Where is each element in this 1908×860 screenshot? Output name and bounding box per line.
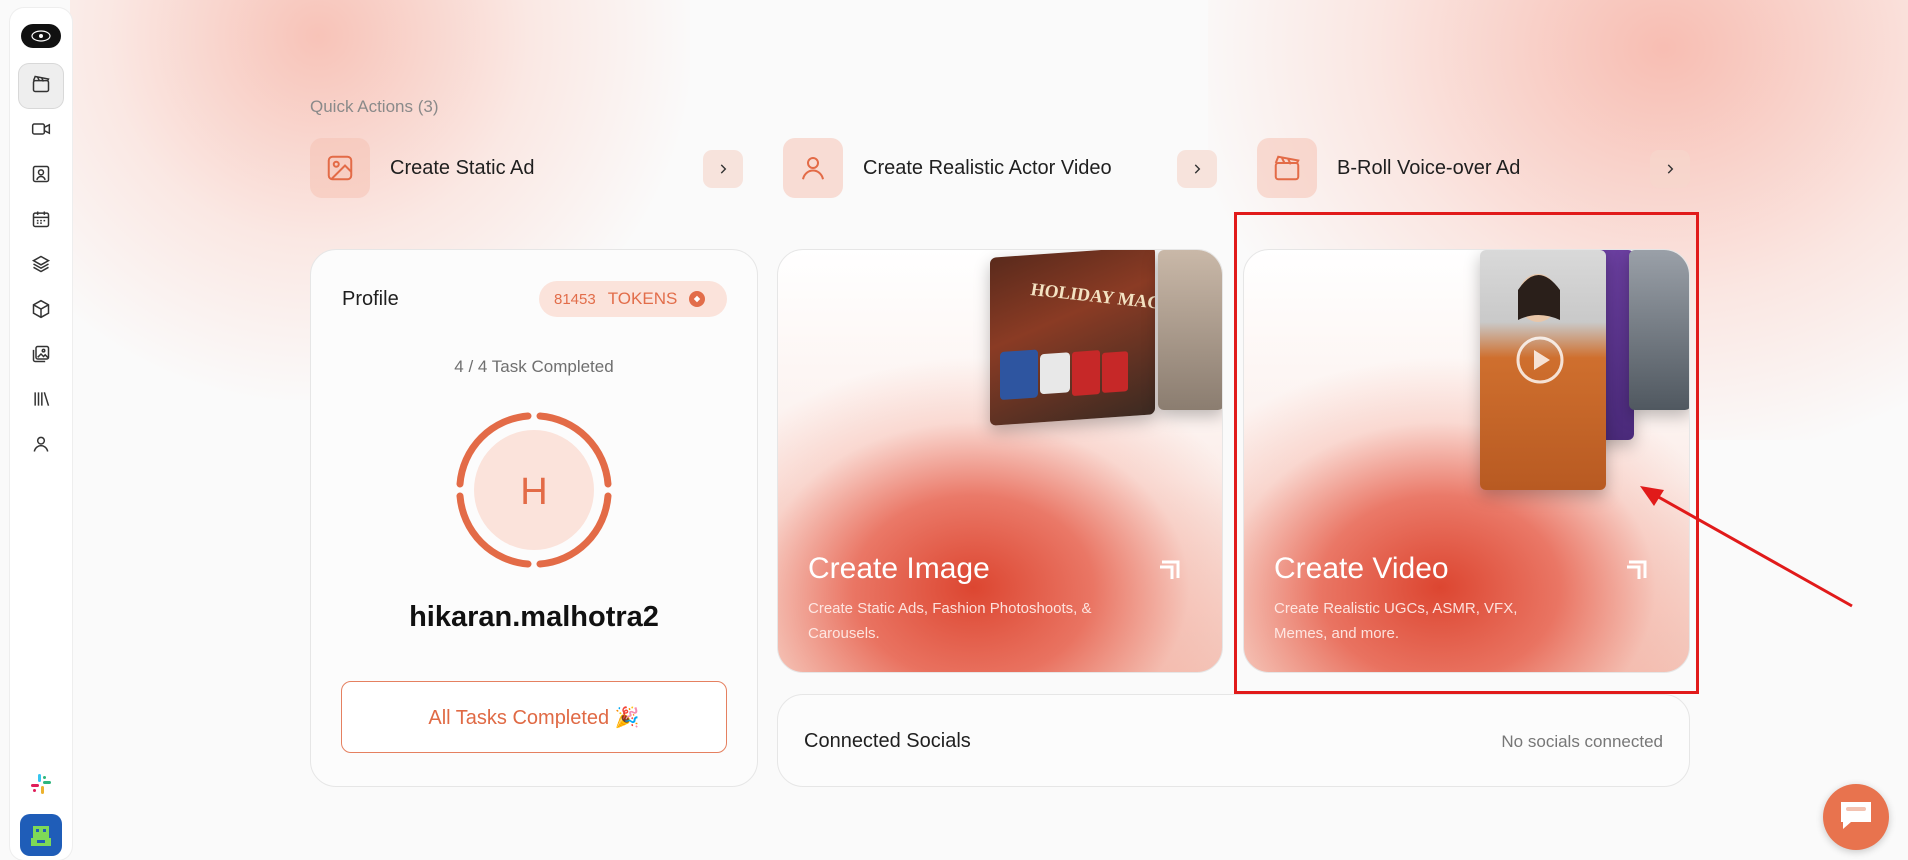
image-preview-secondary — [1158, 250, 1222, 410]
profile-title: Profile — [342, 288, 399, 310]
add-tokens-icon[interactable] — [689, 291, 706, 307]
sidebar-item-projects[interactable] — [19, 64, 63, 108]
socials-status: No socials connected — [1501, 732, 1663, 751]
create-video-title: Create Video — [1274, 552, 1449, 585]
sidebar — [10, 8, 72, 860]
sidebar-bottom — [20, 772, 62, 860]
box-icon — [31, 299, 51, 324]
sidebar-item-calendar[interactable] — [19, 199, 63, 243]
sidebar-item-gallery[interactable] — [19, 334, 63, 378]
quick-action-broll-voiceover[interactable]: B-Roll Voice-over Ad — [1257, 138, 1690, 198]
chat-support-button[interactable] — [1823, 784, 1889, 850]
video-preview-secondary — [1629, 250, 1689, 410]
portrait-icon — [31, 164, 51, 189]
create-image-title: Create Image — [808, 552, 990, 585]
calendar-icon — [31, 209, 51, 234]
avatar-initial: H — [520, 471, 547, 513]
task-progress-ring: H — [456, 412, 612, 568]
profile-card: Profile 81453 TOKENS 4 / 4 Task Complete… — [310, 249, 758, 787]
connected-socials-card[interactable]: Connected Socials No socials connected — [777, 694, 1690, 787]
quick-action-label: Create Static Ad — [390, 156, 535, 179]
sidebar-item-products[interactable] — [19, 289, 63, 333]
token-balance-badge[interactable]: 81453 TOKENS — [539, 281, 727, 317]
person-icon — [783, 138, 843, 198]
gallery-icon — [31, 344, 51, 369]
quick-action-static-ad[interactable]: Create Static Ad — [310, 138, 743, 198]
video-preview-actor — [1480, 250, 1606, 490]
user-icon — [31, 434, 51, 459]
image-icon — [310, 138, 370, 198]
task-progress-text: 4 / 4 Task Completed — [454, 357, 614, 376]
sidebar-item-account[interactable] — [19, 424, 63, 468]
layers-icon — [31, 254, 51, 279]
sidebar-item-library[interactable] — [19, 379, 63, 423]
quick-action-actor-video[interactable]: Create Realistic Actor Video — [783, 138, 1217, 198]
clapperboard-icon — [31, 74, 51, 99]
sidebar-item-avatars[interactable] — [19, 154, 63, 198]
create-video-card[interactable]: Create Video Create Realistic UGCs, ASMR… — [1243, 249, 1690, 673]
all-tasks-button[interactable]: All Tasks Completed 🎉 — [341, 681, 727, 753]
video-icon — [31, 119, 51, 144]
quick-action-label: Create Realistic Actor Video — [863, 156, 1112, 179]
chevron-right-icon[interactable] — [1650, 150, 1690, 188]
arrow-up-right-icon — [1160, 560, 1180, 579]
annotation-arrow — [1640, 486, 1853, 608]
chevron-right-icon[interactable] — [1177, 150, 1217, 188]
create-image-description: Create Static Ads, Fashion Photoshoots, … — [808, 600, 1092, 642]
create-video-description: Create Realistic UGCs, ASMR, VFX, Memes,… — [1274, 600, 1518, 642]
chevron-right-icon[interactable] — [703, 150, 743, 188]
connected-socials-title: Connected Socials — [804, 730, 971, 752]
quick-actions-title: Quick Actions (3) — [310, 97, 439, 116]
sidebar-item-layers[interactable] — [19, 244, 63, 288]
slack-icon[interactable] — [29, 772, 53, 796]
library-icon — [31, 389, 51, 414]
svg-text:HOLIDAY MAGIC: HOLIDAY MAGIC — [1029, 279, 1155, 315]
chat-bubble-icon — [1837, 798, 1875, 837]
user-avatar[interactable] — [20, 814, 62, 856]
username: hikaran.malhotra2 — [409, 601, 659, 633]
image-preview-holiday: HOLIDAY MAGIC — [990, 250, 1155, 426]
quick-action-label: B-Roll Voice-over Ad — [1337, 156, 1521, 179]
token-label: TOKENS — [607, 289, 678, 308]
sidebar-item-video[interactable] — [19, 109, 63, 153]
create-image-card[interactable]: HOLIDAY MAGIC Create Image Create Static… — [777, 249, 1223, 673]
token-count: 81453 — [554, 290, 596, 308]
clapperboard-icon — [1257, 138, 1317, 198]
app-logo[interactable] — [21, 24, 61, 48]
